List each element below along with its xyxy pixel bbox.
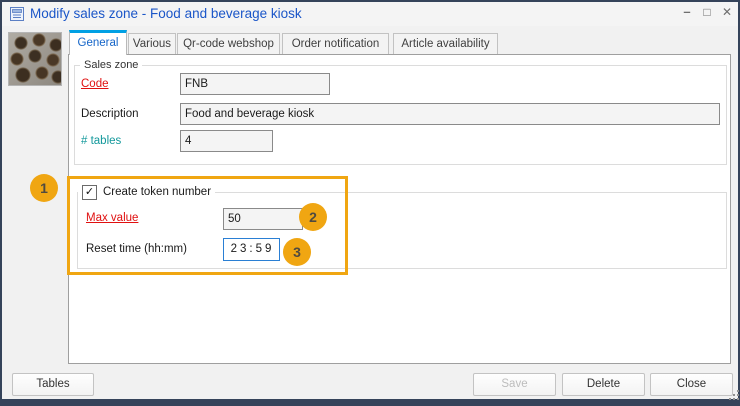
- window-title: Modify sales zone - Food and beverage ki…: [30, 6, 302, 21]
- sales-zone-legend: Sales zone: [80, 59, 143, 71]
- reset-time-field[interactable]: 23:59: [223, 238, 280, 261]
- tab-general[interactable]: General: [69, 30, 127, 55]
- max-value-label: Max value: [86, 212, 139, 224]
- tab-article-availability[interactable]: Article availability: [393, 33, 498, 54]
- maximize-icon[interactable]: □: [699, 3, 715, 21]
- code-label: Code: [81, 78, 109, 90]
- code-field[interactable]: FNB: [180, 73, 330, 95]
- description-label: Description: [81, 108, 139, 120]
- tables-count-field[interactable]: 4: [180, 130, 273, 152]
- save-button[interactable]: Save: [473, 373, 556, 396]
- tables-count-label: # tables: [81, 135, 122, 147]
- tables-button[interactable]: Tables: [12, 373, 94, 396]
- tab-various[interactable]: Various: [128, 33, 176, 54]
- create-token-label: Create token number: [103, 186, 212, 198]
- minimize-icon[interactable]: –: [679, 3, 695, 21]
- window-bottom-border: [0, 399, 740, 406]
- tab-order-notification[interactable]: Order notification: [282, 33, 389, 54]
- resize-grip-icon[interactable]: [729, 390, 739, 400]
- token-groupbox: [77, 192, 727, 269]
- delete-button[interactable]: Delete: [562, 373, 645, 396]
- description-field[interactable]: Food and beverage kiosk: [180, 103, 720, 125]
- close-icon[interactable]: ✕: [719, 3, 735, 21]
- reset-time-label: Reset time (hh:mm): [86, 243, 187, 255]
- close-button[interactable]: Close: [650, 373, 733, 396]
- window-icon: [10, 7, 24, 21]
- sales-zone-photo: [8, 32, 62, 86]
- create-token-checkbox[interactable]: ✓: [82, 184, 97, 200]
- max-value-field[interactable]: 50: [223, 208, 303, 230]
- token-legend: ✓ Create token number: [78, 184, 216, 200]
- tab-qr-code-webshop[interactable]: Qr-code webshop: [177, 33, 280, 54]
- title-bar[interactable]: Modify sales zone - Food and beverage ki…: [2, 2, 738, 26]
